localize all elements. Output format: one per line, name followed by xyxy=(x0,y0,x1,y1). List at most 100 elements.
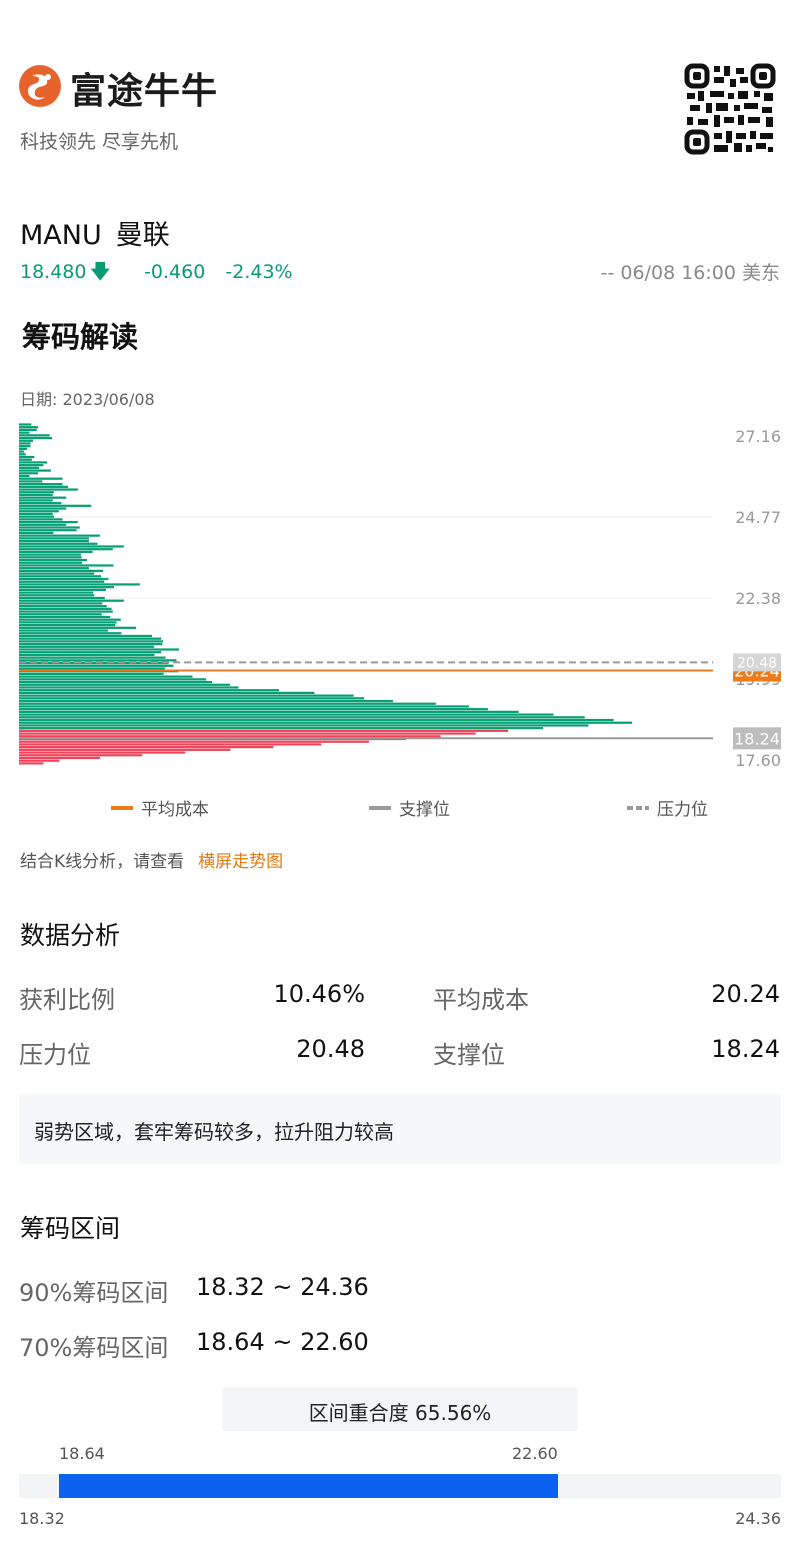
chip-bar xyxy=(19,729,509,732)
chip-bar xyxy=(19,586,114,589)
landscape-chart-link[interactable]: 横屏走势图 xyxy=(198,852,283,872)
chip-bar xyxy=(19,683,230,686)
chip-bar xyxy=(19,645,154,648)
chart-date-label: 日期: 2023/06/08 xyxy=(20,390,155,409)
chip-bar xyxy=(19,591,94,594)
chip-bar xyxy=(19,653,155,657)
chip-bar xyxy=(19,634,152,638)
chip-bar xyxy=(19,659,177,662)
support-label: 支撑位 xyxy=(433,1041,505,1069)
chip-bar xyxy=(19,496,67,499)
chip-bar xyxy=(19,550,93,554)
chip-bar xyxy=(19,545,124,548)
chip-bar xyxy=(19,721,632,724)
stock-title: MANU 曼联 xyxy=(20,213,170,252)
legend-swatch-avg-cost xyxy=(111,805,133,810)
chip-bar xyxy=(19,656,166,659)
range-70-label: 70%筹码区间 xyxy=(19,1334,169,1362)
chip-bar xyxy=(19,450,24,453)
chip-bar xyxy=(19,539,89,543)
chip-bar xyxy=(19,596,105,600)
chip-bar xyxy=(19,512,53,516)
inner-low-label: 18.64 xyxy=(59,1444,105,1463)
chip-bar xyxy=(19,724,589,727)
chip-bar xyxy=(19,735,441,738)
chip-bar xyxy=(19,493,53,497)
chart-bars xyxy=(19,423,632,765)
overlap-text: 区间重合度 65.56% xyxy=(308,1401,492,1425)
chip-bar xyxy=(19,732,476,735)
chip-bar xyxy=(19,483,63,486)
legend-swatch-support xyxy=(369,805,391,810)
chip-bar xyxy=(19,501,62,505)
chip-bar xyxy=(19,434,50,437)
pressure-value: 20.48 xyxy=(296,1035,365,1063)
legend-swatch-pressure xyxy=(627,805,649,810)
chip-bar xyxy=(19,637,162,640)
chip-bar xyxy=(19,751,186,754)
chip-bar xyxy=(19,445,31,448)
chip-bar xyxy=(19,529,77,532)
legend-item-pressure: 压力位 xyxy=(627,795,708,820)
brand-name: 富途牛牛 xyxy=(70,71,219,112)
landscape-hint: 结合K线分析，请查看 横屏走势图 xyxy=(20,847,283,872)
chip-bar xyxy=(19,694,354,697)
stock-code: MANU xyxy=(20,220,102,251)
chip-bar xyxy=(19,442,31,445)
chip-bar xyxy=(19,686,239,689)
stock-change-pct: -2.43% xyxy=(225,261,293,283)
chip-bar xyxy=(19,746,274,749)
chip-distribution-chart: 27.1624.7722.3819.9917.6020.2418.2420.48 xyxy=(19,423,781,770)
chip-bar xyxy=(19,575,102,578)
qr-code-icon[interactable] xyxy=(684,63,776,155)
chip-bar xyxy=(19,605,107,608)
chip-bar xyxy=(19,469,51,472)
chip-bar xyxy=(19,599,124,602)
range-90-value: 18.32 ~ 24.36 xyxy=(196,1273,369,1301)
avg-cost-label: 平均成本 xyxy=(433,986,529,1014)
range-90-label: 90%筹码区间 xyxy=(19,1279,169,1307)
chip-bar xyxy=(19,567,89,570)
chip-bar xyxy=(19,455,35,459)
chip-bar xyxy=(19,648,179,651)
chip-bar xyxy=(19,572,95,575)
chip-bar xyxy=(19,583,140,586)
chip-bar xyxy=(19,526,80,529)
chip-bar xyxy=(19,689,279,692)
chip-bar xyxy=(19,520,78,524)
chip-bar xyxy=(19,510,59,513)
chip-bar xyxy=(19,453,26,456)
chip-bar xyxy=(19,675,193,678)
marker-label: 20.48 xyxy=(737,655,777,671)
chip-bar xyxy=(19,558,87,562)
chip-bar xyxy=(19,564,114,567)
legend-label: 平均成本 xyxy=(141,800,209,820)
chip-bar xyxy=(19,561,83,564)
chip-range-title: 筹码区间 xyxy=(20,1214,121,1243)
legend-label: 压力位 xyxy=(657,800,708,820)
y-tick-label: 17.60 xyxy=(735,751,781,770)
legend-label: 支撑位 xyxy=(399,800,450,820)
chip-bar xyxy=(19,743,322,746)
chip-bar xyxy=(19,759,60,762)
chip-bar xyxy=(19,626,137,629)
chip-bar xyxy=(19,629,108,632)
arrow-down-icon: 🡇 xyxy=(90,261,111,283)
legend-item-avg-cost: 平均成本 xyxy=(111,795,209,820)
chip-bar xyxy=(19,610,113,613)
chip-bar xyxy=(19,426,38,429)
chip-bar xyxy=(19,534,100,537)
brand-slogan: 科技领先 尽享先机 xyxy=(20,131,179,153)
chip-bar xyxy=(19,580,105,583)
futu-logo-icon xyxy=(19,65,61,107)
chip-bar xyxy=(19,569,103,572)
chip-bar xyxy=(19,618,121,621)
chip-bar xyxy=(19,756,100,760)
inner-high-label: 22.60 xyxy=(512,1444,558,1463)
chip-bar xyxy=(19,499,53,502)
chip-bar xyxy=(19,624,116,627)
chip-bar xyxy=(19,667,165,670)
chip-bar xyxy=(19,672,164,676)
chip-bar xyxy=(19,678,206,681)
stock-price-value: 18.480 xyxy=(20,261,87,283)
